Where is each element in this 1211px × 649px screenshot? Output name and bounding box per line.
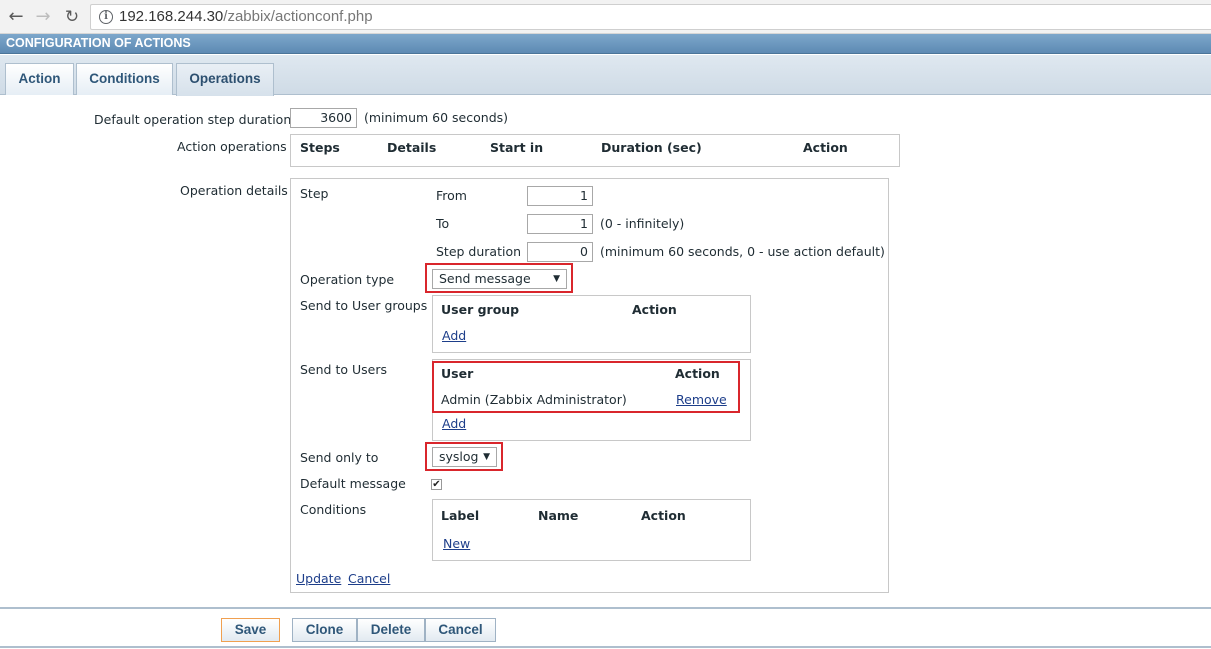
to-label: To bbox=[436, 216, 450, 231]
action-operations-label: Action operations bbox=[177, 139, 287, 154]
tab-operations[interactable]: Operations bbox=[176, 63, 274, 96]
delete-button[interactable]: Delete bbox=[357, 618, 425, 642]
operation-type-label: Operation type bbox=[300, 272, 395, 287]
address-bar[interactable]: i 192.168.244.30/zabbix/actionconf.php bbox=[90, 4, 1211, 30]
cancel-button[interactable]: Cancel bbox=[425, 618, 496, 642]
user-groups-table: User group Action Add bbox=[432, 295, 751, 353]
default-step-duration-hint: (minimum 60 seconds) bbox=[364, 110, 509, 125]
step-duration-hint: (minimum 60 seconds, 0 - use action defa… bbox=[600, 244, 885, 259]
column-header-user-group: User group bbox=[441, 302, 520, 317]
save-button[interactable]: Save bbox=[221, 618, 280, 642]
add-user-group-link[interactable]: Add bbox=[442, 328, 466, 343]
forward-arrow-icon[interactable]: → bbox=[33, 7, 53, 27]
column-header-label: Label bbox=[441, 508, 480, 523]
tab-conditions[interactable]: Conditions bbox=[76, 63, 173, 95]
back-arrow-icon[interactable]: ← bbox=[6, 7, 26, 27]
step-duration-label: Step duration bbox=[436, 244, 522, 259]
column-header-action: Action bbox=[641, 508, 686, 523]
step-label: Step bbox=[300, 186, 329, 201]
reload-icon[interactable]: ↻ bbox=[62, 7, 82, 27]
divider bbox=[0, 646, 1211, 648]
step-to-input[interactable]: 1 bbox=[527, 214, 593, 234]
step-from-input[interactable]: 1 bbox=[527, 186, 593, 206]
default-step-duration-label: Default operation step duration bbox=[94, 112, 292, 127]
browser-toolbar: ← → ↻ i 192.168.244.30/zabbix/actionconf… bbox=[0, 0, 1211, 34]
new-condition-link[interactable]: New bbox=[443, 536, 470, 551]
column-header-action: Action bbox=[803, 140, 848, 155]
default-message-checkbox[interactable]: ✔ bbox=[431, 479, 442, 490]
column-header-details: Details bbox=[387, 140, 437, 155]
cancel-link[interactable]: Cancel bbox=[348, 571, 390, 586]
highlight-operation-type bbox=[425, 263, 573, 293]
update-link[interactable]: Update bbox=[296, 571, 341, 586]
send-only-to-label: Send only to bbox=[300, 450, 379, 465]
default-message-label: Default message bbox=[300, 476, 406, 491]
column-header-duration: Duration (sec) bbox=[601, 140, 702, 155]
column-header-steps: Steps bbox=[300, 140, 340, 155]
send-user-groups-label: Send to User groups bbox=[300, 298, 428, 313]
column-header-start-in: Start in bbox=[490, 140, 544, 155]
send-users-label: Send to Users bbox=[300, 362, 387, 377]
page-title: CONFIGURATION OF ACTIONS bbox=[0, 34, 1211, 54]
operation-details-label: Operation details bbox=[180, 183, 288, 198]
tab-bar: Action Conditions Operations bbox=[0, 55, 1211, 96]
default-step-duration-input[interactable]: 3600 bbox=[290, 108, 357, 128]
column-header-name: Name bbox=[538, 508, 579, 523]
from-label: From bbox=[436, 188, 467, 203]
column-header-action: Action bbox=[632, 302, 677, 317]
step-duration-input[interactable]: 0 bbox=[527, 242, 593, 262]
highlight-users bbox=[432, 361, 740, 413]
add-user-link[interactable]: Add bbox=[442, 416, 466, 431]
conditions-table: Label Name Action New bbox=[432, 499, 751, 561]
tab-action[interactable]: Action bbox=[5, 63, 74, 95]
info-icon[interactable]: i bbox=[99, 10, 113, 24]
clone-button[interactable]: Clone bbox=[292, 618, 357, 642]
action-operations-table: Steps Details Start in Duration (sec) Ac… bbox=[290, 134, 900, 167]
url-text[interactable]: 192.168.244.30/zabbix/actionconf.php bbox=[119, 8, 373, 25]
step-to-hint: (0 - infinitely) bbox=[600, 216, 685, 231]
conditions-label: Conditions bbox=[300, 502, 367, 517]
divider bbox=[0, 607, 1211, 609]
highlight-send-only-to bbox=[425, 442, 503, 471]
